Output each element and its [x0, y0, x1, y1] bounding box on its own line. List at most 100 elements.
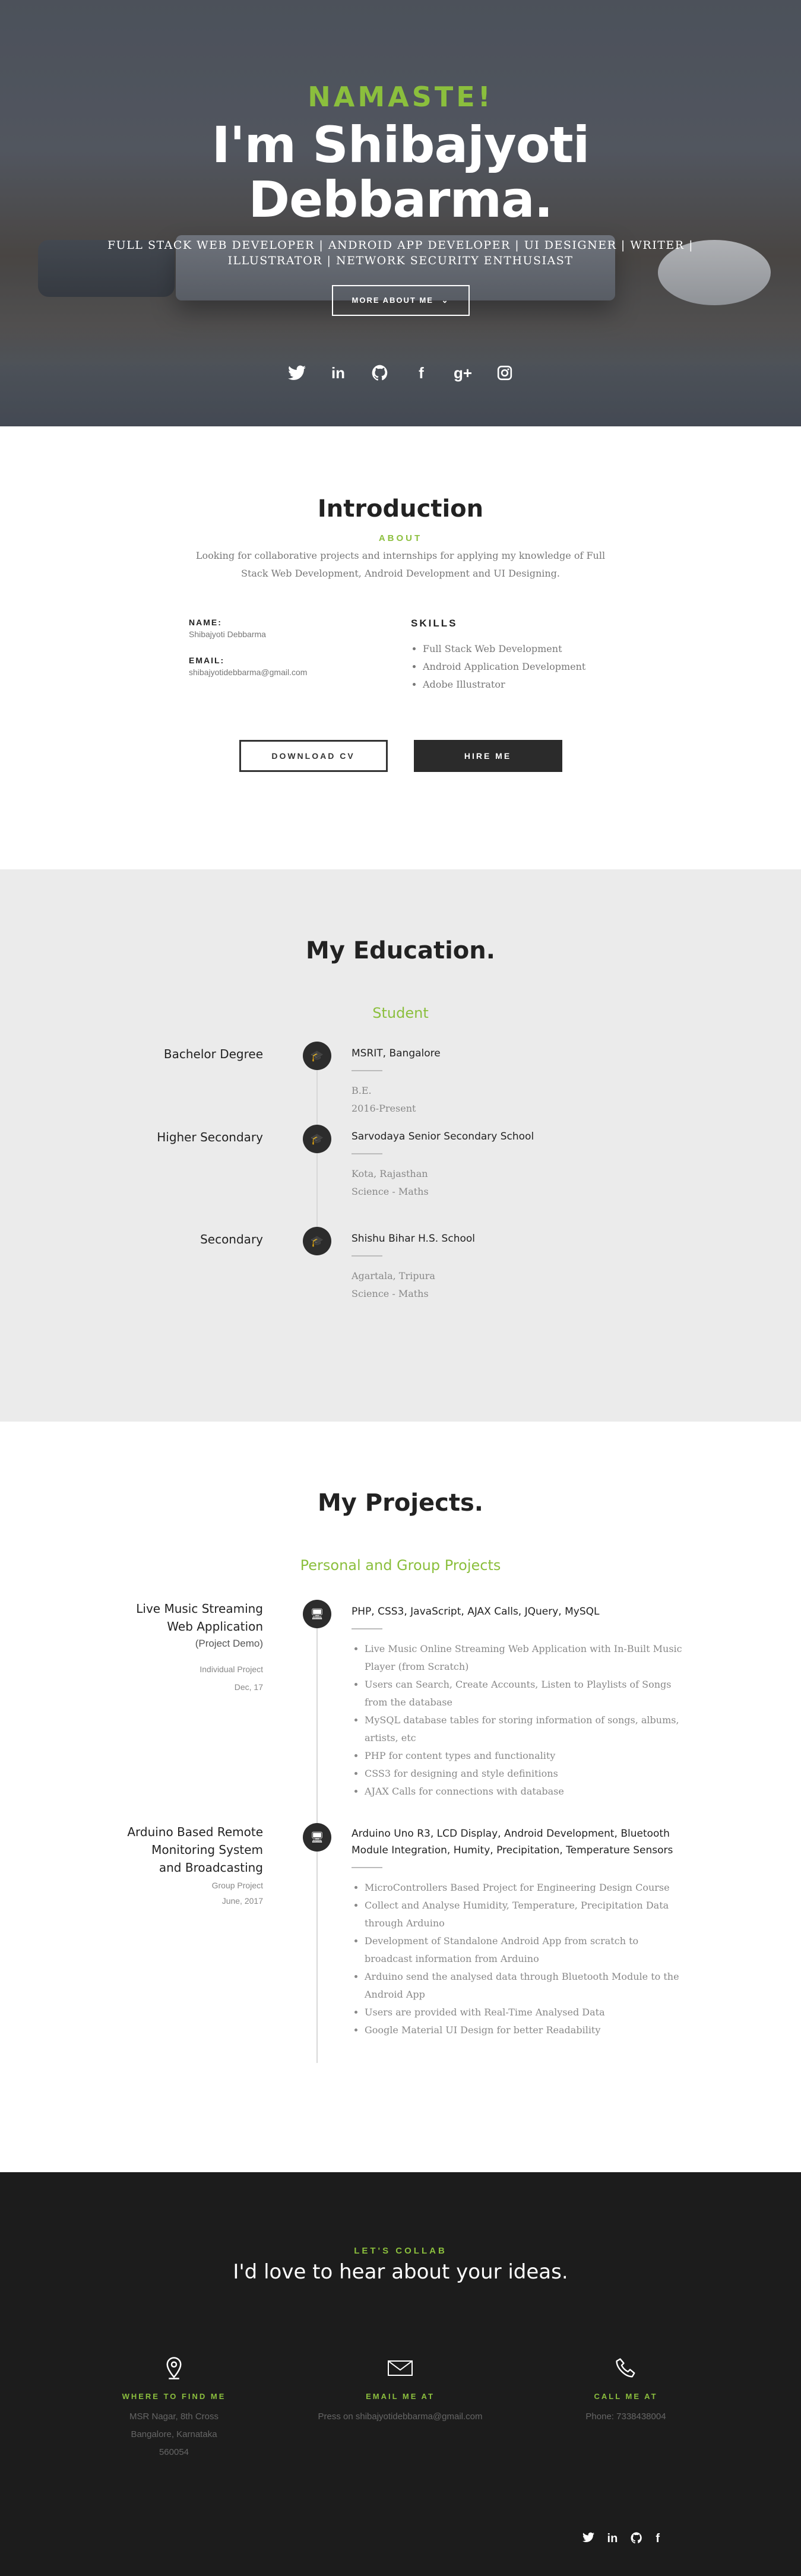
- hero-greeting: NAMASTE!: [308, 81, 493, 113]
- download-cv-button[interactable]: DOWNLOAD CV: [239, 740, 388, 772]
- education-detail: 2016-Present: [352, 1103, 416, 1114]
- email-label: EMAIL:: [189, 656, 225, 665]
- project-point: Google Material UI Design for better Rea…: [365, 2021, 684, 2039]
- hero-section: NAMASTE! I'm Shibajyoti Debbarma. FULL S…: [0, 0, 801, 426]
- project-point: MySQL database tables for storing inform…: [365, 1711, 684, 1747]
- intro-buttons: DOWNLOAD CV HIRE ME: [0, 740, 801, 772]
- monitor-icon: 🖥: [303, 1600, 331, 1628]
- project-type: Group Project: [211, 1881, 263, 1890]
- project-date: June, 2017: [221, 1896, 263, 1906]
- hero-tagline: FULL STACK WEB DEVELOPER | ANDROID APP D…: [107, 239, 694, 267]
- project-title-line: Live Music Streaming: [136, 1602, 263, 1616]
- education-subtitle: Student: [372, 1005, 429, 1021]
- education-detail: Agartala, Tripura: [352, 1270, 435, 1281]
- name-value: Shibajyoti Debbarma: [189, 629, 266, 639]
- education-school: Sarvodaya Senior Secondary School: [352, 1131, 534, 1143]
- github-icon[interactable]: [631, 2532, 642, 2547]
- collab-title: I'd love to hear about your ideas.: [233, 2260, 568, 2284]
- skills-title: SKILLS: [411, 618, 458, 629]
- education-level: Secondary: [200, 1232, 263, 1246]
- education-school: MSRIT, Bangalore: [352, 1048, 441, 1059]
- divider: [352, 1255, 382, 1257]
- education-detail: Kota, Rajasthan: [352, 1168, 428, 1179]
- google-plus-icon[interactable]: g+: [454, 363, 473, 382]
- skill-item: Full Stack Web Development: [423, 640, 585, 658]
- hero-social-links: in f g+: [0, 363, 801, 382]
- education-title: My Education.: [306, 937, 495, 964]
- project-points: Live Music Online Streaming Web Applicat…: [352, 1640, 684, 1800]
- chevron-down-icon: ⌄: [441, 296, 449, 305]
- github-icon[interactable]: [371, 363, 390, 382]
- projects-title: My Projects.: [317, 1489, 483, 1517]
- project-tech: Arduino Uno R3, LCD Display, Android Dev…: [352, 1828, 673, 1856]
- location-label: WHERE TO FIND ME: [122, 2392, 226, 2401]
- instagram-icon[interactable]: [495, 363, 514, 382]
- intro-details: NAME: Shibajyoti Debbarma EMAIL: shibajy…: [189, 618, 616, 694]
- more-about-me-label: MORE ABOUT ME: [352, 296, 433, 305]
- facebook-icon[interactable]: f: [412, 363, 431, 382]
- contact-email: EMAIL ME AT Press on shibajyotidebbarma@…: [311, 2356, 489, 2426]
- monitor-icon: 🖥: [303, 1823, 331, 1852]
- facebook-icon[interactable]: f: [656, 2532, 660, 2547]
- skills-block: SKILLS Full Stack Web Development Androi…: [411, 618, 585, 694]
- project-title-line: Arduino Based Remote: [127, 1825, 263, 1839]
- project-point: PHP for content types and functionality: [365, 1747, 684, 1765]
- linkedin-icon[interactable]: in: [607, 2532, 618, 2547]
- project-point: Live Music Online Streaming Web Applicat…: [365, 1640, 684, 1676]
- project-demo-link[interactable]: (Project Demo): [67, 1635, 263, 1652]
- education-level: Bachelor Degree: [163, 1047, 263, 1061]
- phone-value[interactable]: Phone: 7338438004: [537, 2408, 715, 2426]
- hire-me-button[interactable]: HIRE ME: [413, 740, 562, 772]
- more-about-me-button[interactable]: MORE ABOUT ME ⌄: [331, 285, 470, 316]
- education-section: My Education. Student Bachelor Degree 🎓 …: [0, 869, 801, 1422]
- projects-section: My Projects. Personal and Group Projects…: [0, 1422, 801, 2172]
- introduction-section: Introduction ABOUT Looking for collabora…: [0, 426, 801, 869]
- about-subtitle: ABOUT: [378, 533, 423, 543]
- project-point: Users are provided with Real-Time Analys…: [365, 2004, 684, 2021]
- divider: [352, 1153, 382, 1154]
- footer-social-links: in f: [582, 2532, 660, 2547]
- hero-name-line1: I'm Shibajyoti: [211, 116, 590, 174]
- hero-content: NAMASTE! I'm Shibajyoti Debbarma. FULL S…: [0, 81, 801, 316]
- twitter-icon[interactable]: [582, 2532, 594, 2547]
- education-detail: Science - Maths: [352, 1288, 429, 1299]
- email-value: shibajyotidebbarma@gmail.com: [189, 667, 308, 677]
- project-title-line: and Broadcasting: [159, 1860, 263, 1875]
- contact-phone: CALL ME AT Phone: 7338438004: [537, 2356, 715, 2426]
- introduction-title: Introduction: [317, 495, 484, 523]
- project-tech: PHP, CSS3, JavaScript, AJAX Calls, JQuer…: [352, 1606, 600, 1618]
- email-label: EMAIL ME AT: [366, 2392, 435, 2401]
- address-line: Bangalore, Karnataka: [131, 2429, 217, 2439]
- skill-item: Adobe Illustrator: [423, 676, 585, 694]
- hero-name-line2: Debbarma.: [248, 170, 553, 229]
- hero-name: I'm Shibajyoti Debbarma.: [0, 118, 801, 227]
- skill-item: Android Application Development: [423, 658, 585, 676]
- education-level: Higher Secondary: [157, 1130, 263, 1144]
- location-value: MSR Nagar, 8th Cross Bangalore, Karnatak…: [85, 2408, 263, 2461]
- project-title-line: Web Application: [167, 1619, 263, 1634]
- collab-subtitle: LET'S COLLAB: [354, 2246, 447, 2256]
- divider: [352, 1070, 382, 1071]
- linkedin-icon[interactable]: in: [329, 363, 348, 382]
- twitter-icon[interactable]: [287, 363, 306, 382]
- address-line: 560054: [159, 2447, 189, 2457]
- project-point: AJAX Calls for connections with database: [365, 1783, 684, 1800]
- divider: [352, 1628, 382, 1629]
- education-detail: B.E.: [352, 1085, 372, 1096]
- intro-text: Looking for collaborative projects and i…: [195, 550, 606, 579]
- name-label: NAME:: [189, 618, 222, 627]
- address-line: MSR Nagar, 8th Cross: [129, 2412, 219, 2422]
- personal-info: NAME: Shibajyoti Debbarma EMAIL: shibajy…: [189, 618, 411, 694]
- project-point: MicroControllers Based Project for Engin…: [365, 1879, 684, 1897]
- project-type: Individual Project: [200, 1664, 263, 1674]
- graduation-cap-icon: 🎓: [303, 1227, 331, 1255]
- project-point: Collect and Analyse Humidity, Temperatur…: [365, 1897, 684, 1932]
- education-detail: Science - Maths: [352, 1186, 429, 1197]
- project-title-line: Monitoring System: [151, 1843, 263, 1857]
- project-date: Dec, 17: [234, 1682, 263, 1692]
- map-pin-icon: [85, 2356, 263, 2382]
- graduation-cap-icon: 🎓: [303, 1042, 331, 1070]
- contact-location: WHERE TO FIND ME MSR Nagar, 8th Cross Ba…: [85, 2356, 263, 2461]
- email-value[interactable]: Press on shibajyotidebbarma@gmail.com: [311, 2408, 489, 2426]
- project-point: Users can Search, Create Accounts, Liste…: [365, 1676, 684, 1711]
